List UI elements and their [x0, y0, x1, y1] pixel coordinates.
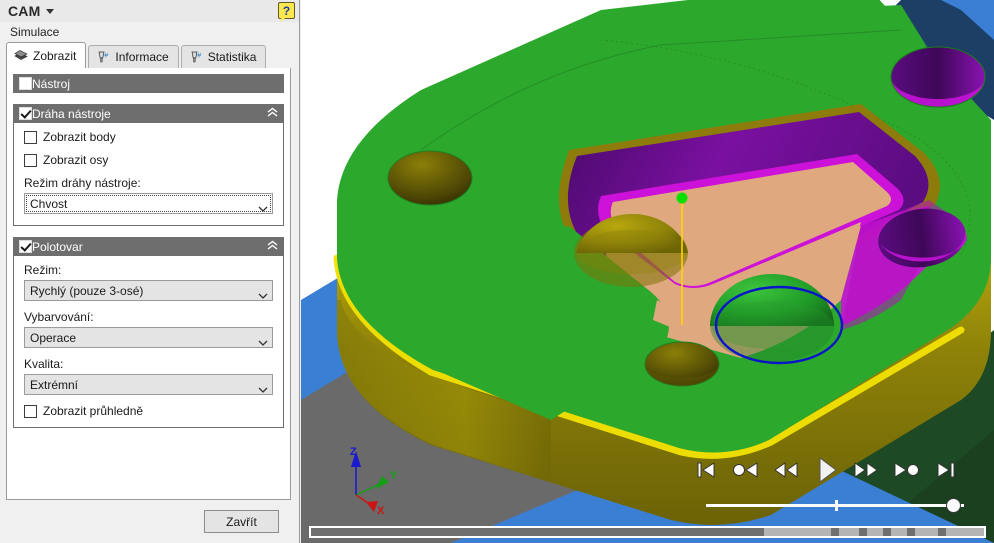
tab-statistika-label: Statistika [207, 50, 257, 64]
tab-informace-label: Informace [115, 50, 169, 64]
tool-info-icon: # [96, 50, 110, 64]
skip-to-start-button[interactable] [691, 455, 721, 485]
panel-titlebar: CAM ? [0, 0, 299, 22]
zobrazit-pruhledne-checkbox[interactable] [24, 404, 37, 418]
tab-informace[interactable]: # Informace [88, 45, 179, 68]
rezim-label: Režim: [24, 263, 62, 277]
help-label: ? [282, 3, 291, 18]
slider-handle[interactable] [946, 498, 961, 513]
progress-tick [830, 528, 839, 536]
checkbox-zobrazit-pruhledne[interactable]: Zobrazit průhledně [24, 404, 273, 418]
chevron-down-icon [258, 336, 268, 346]
section-draha-nastroje: Dráha nástroje Zobrazit body Zobrazit os… [13, 104, 284, 226]
rezim-drahy-select[interactable]: Chvost [24, 193, 273, 214]
tab-bar: Zobrazit # Informace # Statistika [0, 42, 299, 68]
step-forward-point-button[interactable] [891, 455, 921, 485]
progress-tick [938, 528, 946, 536]
kvalita-value: Extrémní [30, 377, 79, 392]
chevron-double-up-icon[interactable] [266, 240, 279, 254]
section-polotovar-body: Režim: Rychlý (pouze 3-osé) Vybarvování:… [13, 256, 284, 428]
panel-subtitle: Simulace [0, 22, 299, 42]
simulation-progress-slider[interactable] [706, 497, 964, 513]
section-nastroj: Nástroj [13, 74, 284, 93]
section-draha-nastroje-body: Zobrazit body Zobrazit osy Režim dráhy n… [13, 123, 284, 226]
cam-simulation-window: CAM ? Simulace Zobrazit # Informace # St… [0, 0, 994, 543]
tab-statistika[interactable]: # Statistika [180, 45, 267, 68]
help-question-icon[interactable]: ? [278, 2, 295, 22]
panel-footer: Zavřít [0, 500, 299, 543]
vybarvovani-label: Vybarvování: [24, 310, 94, 324]
tab-zobrazit[interactable]: Zobrazit [6, 42, 87, 68]
panel-body: Nástroj Dráha nástroje Zobrazit body Zob… [6, 68, 291, 500]
zobrazit-osy-label: Zobrazit osy [43, 153, 109, 167]
vybarvovani-select[interactable]: Operace [24, 327, 273, 348]
chevron-down-icon[interactable] [46, 8, 55, 14]
chevron-down-icon [258, 202, 268, 212]
kvalita-label: Kvalita: [24, 357, 64, 371]
kvalita-select[interactable]: Extrémní [24, 374, 273, 395]
progress-filled [311, 528, 765, 536]
tool-stats-icon: # [189, 50, 203, 64]
simulation-viewport[interactable]: Z Y X [301, 0, 994, 543]
svg-text:#: # [197, 53, 201, 60]
step-back-point-button[interactable] [731, 455, 761, 485]
zobrazit-pruhledne-label: Zobrazit průhledně [43, 404, 144, 418]
progress-segment [764, 528, 831, 536]
progress-tick [882, 528, 891, 536]
left-settings-panel: CAM ? Simulace Zobrazit # Informace # St… [0, 0, 300, 543]
progress-tick [906, 528, 915, 536]
section-polotovar: Polotovar Režim: Rychlý (pouze 3-osé) Vy… [13, 237, 284, 428]
progress-segment [838, 528, 859, 536]
playback-controls [691, 452, 961, 488]
chevron-down-icon [258, 289, 268, 299]
zobrazit-body-checkbox[interactable] [24, 130, 37, 144]
section-polotovar-title: Polotovar [32, 239, 83, 254]
checkbox-zobrazit-body[interactable]: Zobrazit body [24, 130, 273, 144]
progress-segment [946, 528, 984, 536]
svg-text:#: # [105, 53, 109, 60]
rezim-value: Rychlý (pouze 3-osé) [30, 283, 144, 298]
rezim-drahy-label: Režim dráhy nástroje: [24, 176, 141, 190]
section-polotovar-header[interactable]: Polotovar [13, 237, 284, 256]
progress-segment [914, 528, 939, 536]
skip-to-end-button[interactable] [931, 455, 961, 485]
play-button[interactable] [811, 455, 841, 485]
chevron-down-icon [258, 383, 268, 393]
viewport-progress-scrollbar[interactable] [309, 526, 986, 538]
rewind-button[interactable] [771, 455, 801, 485]
rezim-select[interactable]: Rychlý (pouze 3-osé) [24, 280, 273, 301]
section-draha-nastroje-header[interactable]: Dráha nástroje [13, 104, 284, 123]
section-nastroj-header[interactable]: Nástroj [13, 74, 284, 93]
zobrazit-body-label: Zobrazit body [43, 130, 116, 144]
close-button[interactable]: Zavřít [204, 510, 279, 533]
chevron-double-up-icon[interactable] [266, 107, 279, 121]
zobrazit-osy-checkbox[interactable] [24, 153, 37, 167]
section-draha-nastroje-checkbox[interactable] [19, 107, 32, 120]
fast-forward-button[interactable] [851, 455, 881, 485]
tab-zobrazit-label: Zobrazit [33, 48, 77, 63]
progress-segment [890, 528, 907, 536]
progress-segment [866, 528, 883, 536]
app-title: CAM [8, 3, 41, 19]
section-nastroj-checkbox[interactable] [19, 77, 32, 90]
section-draha-nastroje-title: Dráha nástroje [32, 106, 111, 121]
slider-midpoint-tick [835, 500, 838, 511]
section-nastroj-title: Nástroj [32, 76, 71, 91]
checkbox-zobrazit-osy[interactable]: Zobrazit osy [24, 153, 273, 167]
section-polotovar-checkbox[interactable] [19, 240, 32, 253]
progress-tick [858, 528, 867, 536]
display-layers-icon [14, 49, 28, 63]
rezim-drahy-value: Chvost [30, 196, 68, 211]
vybarvovani-value: Operace [30, 330, 77, 345]
